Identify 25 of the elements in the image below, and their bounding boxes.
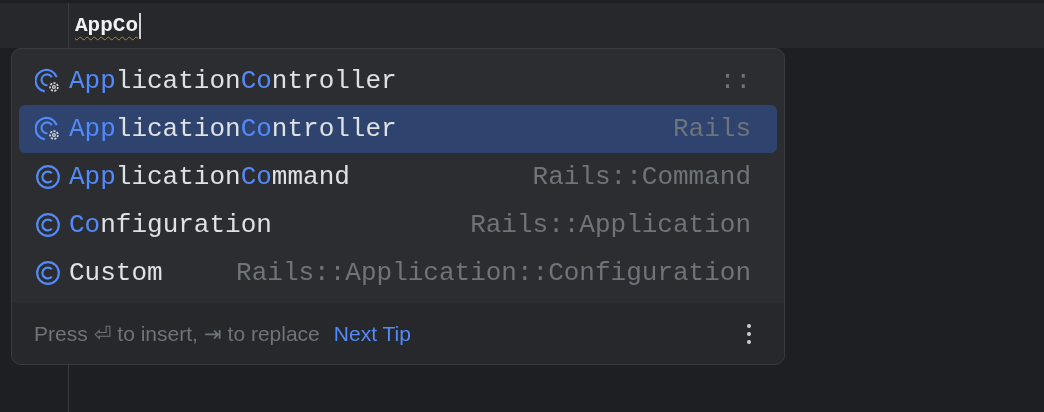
location-text: Rails [673,114,751,144]
class-icon [35,260,61,286]
next-tip-link[interactable]: Next Tip [333,321,411,346]
location-text: Rails::Application::Configuration [236,258,751,288]
hint-text: Press ⏎ to insert, ⇥ to replace [34,321,320,346]
completion-item[interactable]: ApplicationController Rails [19,105,777,153]
completion-item[interactable]: ApplicationController :: [19,57,777,105]
completion-item[interactable]: ApplicationCommand Rails::Command [19,153,777,201]
class-gear-icon [35,116,61,142]
completion-item[interactable]: Configuration Rails::Application [19,201,777,249]
class-icon [35,164,61,190]
location-text: Rails::Command [532,162,751,192]
item-name: Configuration [69,210,272,240]
item-name: ApplicationCommand [69,162,350,192]
location-text: Rails::Application [470,210,751,240]
item-name: ApplicationController [69,114,397,144]
item-name: Custom [69,258,163,288]
location-text: :: [719,66,751,96]
item-name: ApplicationController [69,66,397,96]
more-options-icon[interactable] [746,322,752,345]
code-text[interactable]: AppCo [75,14,138,37]
completion-item[interactable]: Custom Rails::Application::Configuration [19,249,777,297]
class-icon [35,212,61,238]
class-gear-icon [35,68,61,94]
text-caret [139,12,141,39]
